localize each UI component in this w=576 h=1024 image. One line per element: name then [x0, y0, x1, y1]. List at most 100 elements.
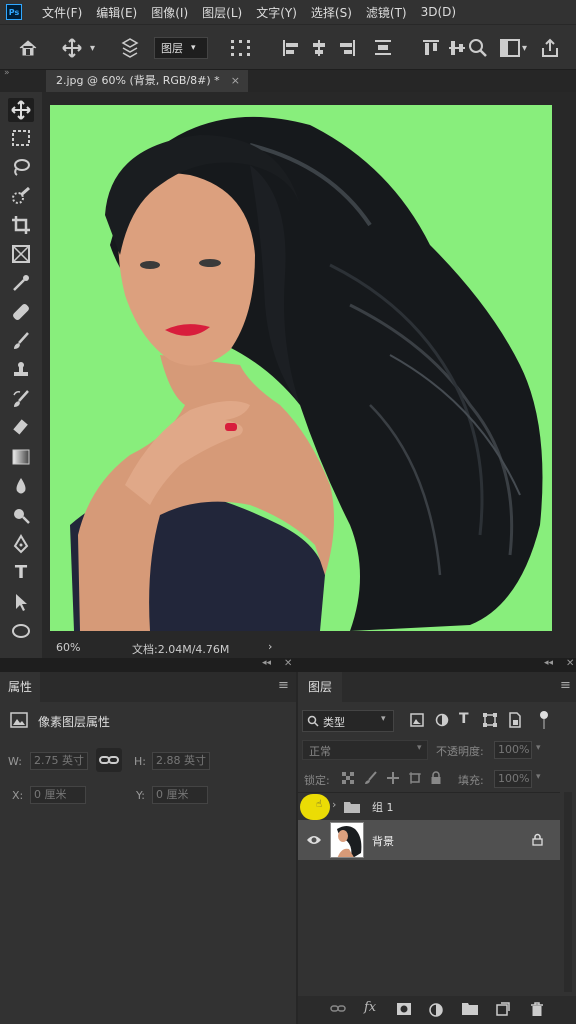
chevron-down-icon[interactable]: ▾ — [522, 39, 527, 59]
link-dimensions-button[interactable] — [96, 748, 122, 772]
filter-shape-icon[interactable] — [483, 713, 497, 727]
clone-stamp-tool-icon[interactable] — [8, 358, 34, 382]
panel-menu-icon[interactable]: ≡ — [278, 678, 289, 693]
blur-tool-icon[interactable] — [8, 474, 34, 498]
fill-label: 填充: — [458, 774, 484, 787]
layer-filter-dropdown[interactable]: 类型 ▾ — [302, 710, 394, 732]
eyedropper-tool-icon[interactable] — [8, 271, 34, 295]
chevron-down-icon[interactable]: ▾ — [90, 39, 95, 59]
lasso-tool-icon[interactable] — [8, 155, 34, 179]
layers-scrollbar[interactable] — [564, 792, 572, 992]
lock-artboard-icon[interactable] — [408, 771, 422, 785]
width-field[interactable]: 2.75 英寸 — [30, 752, 88, 770]
x-position-field[interactable]: 0 厘米 — [30, 786, 86, 804]
y-position-field[interactable]: 0 厘米 — [152, 786, 208, 804]
crop-tool-icon[interactable] — [8, 213, 34, 237]
status-menu-arrow[interactable]: › — [268, 640, 272, 653]
menu-3d[interactable]: 3D(D) — [421, 5, 456, 19]
filter-pixel-icon[interactable] — [410, 713, 424, 727]
align-right-icon[interactable] — [338, 39, 356, 57]
align-left-icon[interactable] — [282, 39, 300, 57]
height-label: H: — [134, 755, 146, 768]
link-layers-icon[interactable] — [330, 1002, 346, 1016]
add-mask-icon[interactable] — [396, 1002, 412, 1016]
eye-icon[interactable] — [306, 834, 322, 846]
pen-tool-icon[interactable] — [8, 532, 34, 556]
healing-brush-tool-icon[interactable] — [8, 300, 34, 324]
menu-bar: Ps 文件(F) 编辑(E) 图像(I) 图层(L) 文字(Y) 选择(S) 滤… — [0, 0, 576, 24]
chevron-down-icon[interactable]: ▾ — [536, 743, 541, 753]
opacity-label: 不透明度: — [436, 745, 484, 758]
new-layer-icon[interactable] — [496, 1002, 510, 1016]
panel-separator: ◂◂ ✕ ◂◂ ✕ — [0, 658, 576, 672]
menu-edit[interactable]: 编辑(E) — [96, 4, 137, 21]
lock-position-icon[interactable] — [386, 771, 400, 785]
brush-tool-icon[interactable] — [8, 329, 34, 353]
lock-pixels-icon[interactable] — [364, 771, 378, 785]
lock-icon[interactable] — [532, 833, 543, 846]
blend-mode-dropdown[interactable]: 正常 ▾ — [302, 740, 428, 760]
expand-chevron-icon[interactable]: › — [332, 798, 336, 811]
x-label: X: — [12, 789, 24, 802]
link-icon — [99, 756, 119, 764]
marquee-tool-icon[interactable] — [8, 126, 34, 150]
panel-menu-icon[interactable]: ≡ — [560, 678, 571, 693]
layer-style-fx-icon[interactable]: fx — [364, 1000, 376, 1015]
tab-layers[interactable]: 图层 — [298, 672, 342, 702]
adjustment-layer-icon[interactable] — [428, 1002, 444, 1018]
move-tool-preset-icon[interactable] — [62, 38, 82, 58]
height-field[interactable]: 2.88 英寸 — [152, 752, 210, 770]
align-vertical-icon[interactable] — [374, 39, 392, 57]
gradient-tool-icon[interactable] — [8, 445, 34, 469]
close-icon[interactable]: ✕ — [284, 658, 292, 669]
menu-filter[interactable]: 滤镜(T) — [366, 4, 407, 21]
layer-row-selected[interactable]: 背景 — [298, 820, 560, 860]
menu-file[interactable]: 文件(F) — [42, 4, 82, 21]
transform-controls-icon[interactable] — [230, 39, 252, 57]
auto-select-dropdown[interactable]: 图层 ▾ — [154, 37, 208, 59]
new-group-icon[interactable] — [462, 1002, 478, 1016]
trash-icon[interactable] — [530, 1002, 544, 1017]
filter-adjustment-icon[interactable] — [435, 713, 449, 727]
fill-field[interactable]: 100% — [494, 770, 532, 788]
menu-type[interactable]: 文字(Y) — [256, 4, 297, 21]
properties-header: 像素图层属性 — [38, 715, 111, 729]
workspace-icon[interactable] — [500, 39, 520, 57]
filter-toggle-icon[interactable] — [538, 710, 550, 730]
filter-type-icon[interactable]: T — [459, 711, 469, 727]
collapse-toolbar-icon[interactable]: » — [4, 68, 10, 78]
chevron-down-icon[interactable]: ▾ — [536, 772, 541, 782]
history-brush-tool-icon[interactable] — [8, 387, 34, 411]
distribute-top-icon[interactable] — [422, 39, 440, 57]
distribute-center-icon[interactable] — [448, 39, 466, 57]
document-tab[interactable]: 2.jpg @ 60% (背景, RGB/8#) * × — [46, 70, 248, 92]
share-icon[interactable] — [540, 38, 560, 58]
close-icon[interactable]: ✕ — [566, 658, 574, 669]
auto-select-icon[interactable] — [120, 37, 140, 59]
path-select-tool-icon[interactable] — [8, 590, 34, 614]
eraser-tool-icon[interactable] — [8, 416, 34, 440]
menu-layer[interactable]: 图层(L) — [202, 4, 242, 21]
collapse-panel-icon[interactable]: ◂◂ — [544, 658, 553, 668]
tab-properties[interactable]: 属性 — [0, 672, 40, 702]
filter-smart-object-icon[interactable] — [508, 712, 522, 728]
home-icon[interactable] — [18, 38, 38, 58]
frame-tool-icon[interactable] — [8, 242, 34, 266]
close-icon[interactable]: × — [231, 70, 240, 92]
lock-transparent-icon[interactable] — [342, 772, 355, 785]
align-center-icon[interactable] — [310, 39, 328, 57]
dodge-tool-icon[interactable] — [8, 503, 34, 527]
layer-row[interactable]: ☝ › 组 1 — [298, 794, 560, 820]
zoom-level[interactable]: 60% — [56, 641, 80, 654]
opacity-field[interactable]: 100% — [494, 741, 532, 759]
ellipse-tool-icon[interactable] — [8, 619, 34, 643]
document-canvas[interactable] — [50, 105, 552, 631]
collapse-panel-icon[interactable]: ◂◂ — [262, 658, 271, 668]
lock-all-icon[interactable] — [430, 771, 442, 785]
move-tool-icon[interactable] — [8, 98, 34, 122]
quick-select-tool-icon[interactable] — [8, 184, 34, 208]
menu-select[interactable]: 选择(S) — [311, 4, 352, 21]
type-tool-icon[interactable]: T — [8, 561, 34, 585]
search-icon[interactable] — [468, 38, 488, 58]
menu-image[interactable]: 图像(I) — [151, 4, 188, 21]
